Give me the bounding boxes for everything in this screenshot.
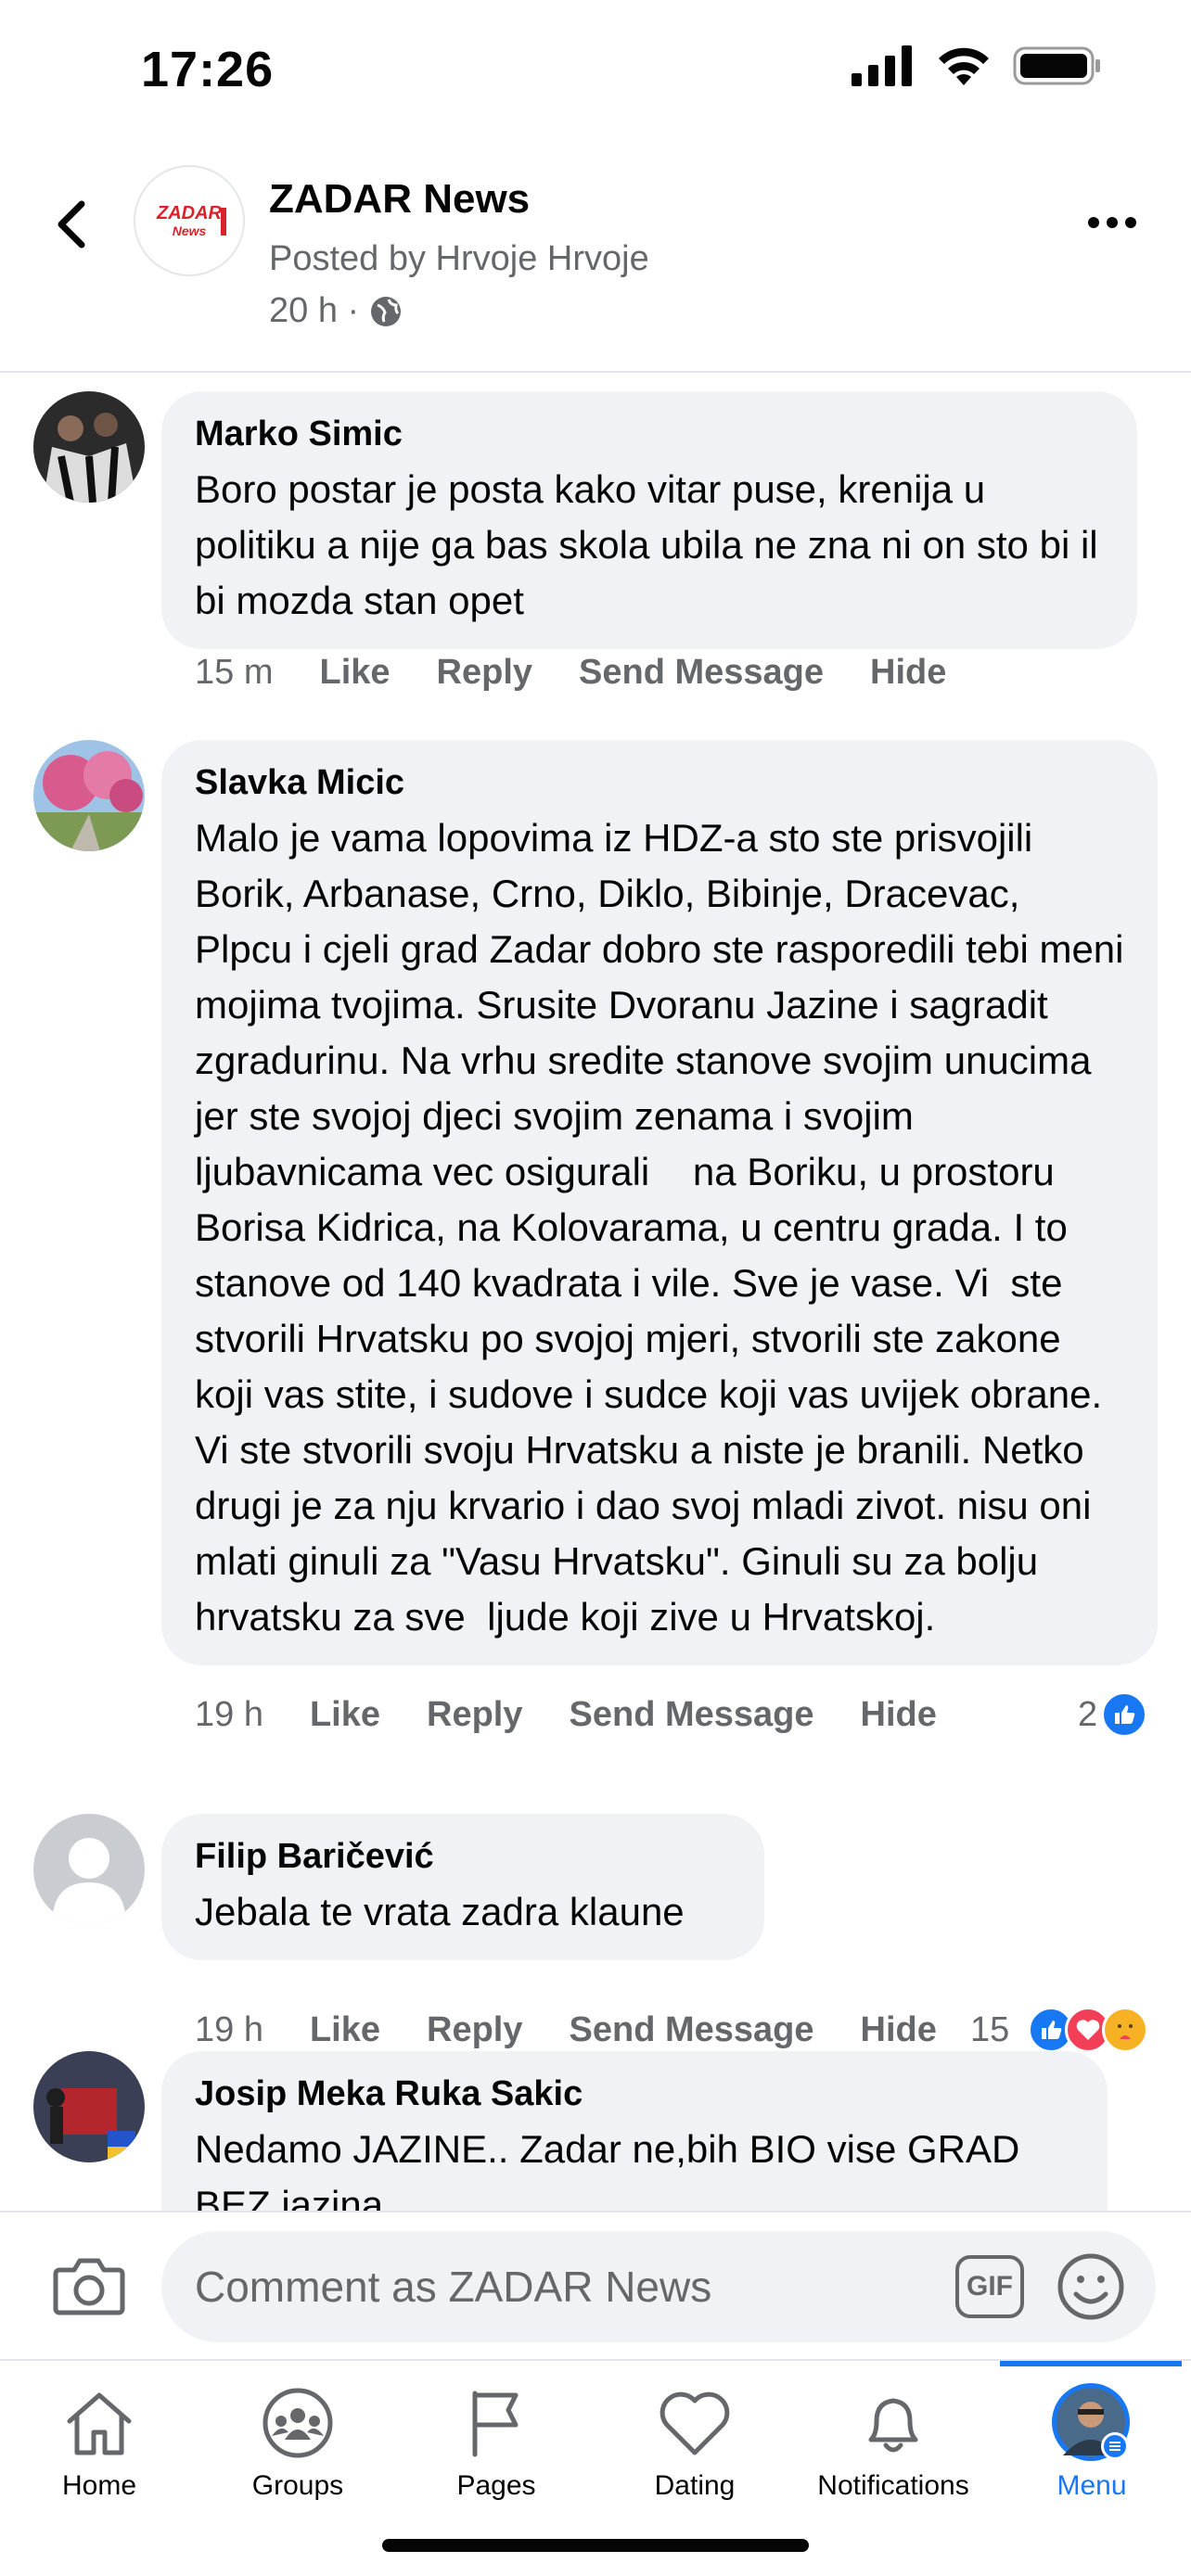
svg-text:News: News [173,223,207,238]
posted-by: Posted by Hrvoje Hrvoje [269,239,649,278]
battery-icon [1013,46,1100,85]
tab-home[interactable]: Home [0,2361,198,2509]
tab-groups[interactable]: Groups [198,2361,397,2509]
reply-button[interactable]: Reply [427,1695,522,1735]
post-time-text: 20 h · [269,291,360,330]
like-button[interactable]: Like [319,653,390,693]
tab-label: Notifications [817,2470,969,2501]
hide-button[interactable]: Hide [870,653,946,693]
groups-icon [263,2388,333,2458]
comment-author[interactable]: Slavka Micic [195,760,1124,805]
comment-author[interactable]: Josip Meka Ruka Sakic [195,2072,1074,2116]
default-avatar-icon [33,1814,145,1925]
tab-dating[interactable]: Dating [596,2361,794,2509]
reaction-count: 15 [970,2009,1010,2049]
comment-time: 15 m [195,653,274,692]
comment-actions: 19 h Like Reply Send Message Hide [195,2010,955,2050]
hide-button[interactable]: Hide [861,2010,937,2050]
dot [1125,217,1136,228]
send-message-button[interactable]: Send Message [579,653,824,693]
like-button[interactable]: Like [310,1695,380,1735]
dot [1088,217,1099,228]
send-message-button[interactable]: Send Message [570,1695,814,1735]
tab-notifications[interactable]: Notifications [794,2361,992,2509]
tab-label: Dating [654,2470,736,2501]
post-time: 20 h · [269,291,403,331]
comment-text: Boro postar je posta kako vitar puse, kr… [195,467,1109,622]
more-options-button[interactable] [1080,195,1145,250]
camera-button[interactable] [52,2253,126,2318]
comment-text: Jebala te vrata zadra klaune [195,1890,685,1933]
page-name[interactable]: ZADAR News [269,176,530,223]
camera-icon [53,2258,125,2315]
comment-author[interactable]: Marko Simic [195,412,1104,456]
wifi-icon [939,47,989,85]
heart-icon [660,2391,730,2455]
chevron-left-icon [58,200,85,249]
tab-label: Menu [1057,2470,1127,2501]
comment-bubble[interactable]: Josip Meka Ruka Sakic Nedamo JAZINE.. Za… [161,2051,1108,2211]
comment-bubble[interactable]: Slavka Micic Malo je vama lopovima iz HD… [161,740,1158,1665]
comment-text: Nedamo JAZINE.. Zadar ne,bih BIO vise GR… [195,2127,1031,2211]
comment-bubble[interactable]: Marko Simic Boro postar je posta kako vi… [161,391,1137,649]
comment-actions: 19 h Like Reply Send Message Hide [195,1695,983,1735]
bell-icon [868,2398,918,2453]
like-reaction-icon [1101,1691,1148,1738]
page-avatar[interactable]: ZADAR News [134,165,245,276]
comment-text: Malo je vama lopovima iz HDZ-a sto ste p… [195,816,1135,1639]
care-reaction-icon [1102,2007,1149,2053]
comment-composer: GIF [0,2211,1191,2359]
post-header: ZADAR News ZADAR News Posted by Hrvoje H… [0,139,1191,373]
tab-pages[interactable]: Pages [397,2361,596,2509]
dot [1107,217,1118,228]
tab-label: Groups [251,2470,344,2501]
tab-label: Pages [456,2470,536,2501]
svg-text:ZADAR: ZADAR [156,203,223,223]
send-message-button[interactable]: Send Message [570,2010,814,2050]
back-button[interactable] [43,187,98,261]
commenter-avatar[interactable] [33,740,145,851]
smiley-icon [1057,2253,1124,2320]
avatar-photo [33,2051,145,2162]
avatar-photo [33,391,145,503]
reply-button[interactable]: Reply [437,653,532,693]
comment-time: 19 h [195,2010,263,2049]
reply-button[interactable]: Reply [427,2010,522,2050]
emoji-button[interactable] [1056,2251,1126,2322]
reaction-summary[interactable]: 15 [970,2007,1149,2053]
comment-bubble[interactable]: Filip Baričević Jebala te vrata zadra kl… [161,1814,764,1960]
globe-icon [371,296,402,326]
commenter-avatar[interactable] [33,1814,145,1925]
gif-button[interactable]: GIF [955,2255,1024,2318]
flag-icon [472,2391,519,2457]
zadar-news-logo: ZADAR News [150,200,228,241]
status-time: 17:26 [141,42,275,97]
status-bar: 17:26 [0,0,1191,139]
like-button[interactable]: Like [310,2010,380,2050]
comment-time: 19 h [195,1695,263,1734]
commenter-avatar[interactable] [33,2051,145,2162]
hide-button[interactable]: Hide [861,1695,937,1735]
commenter-avatar[interactable] [33,391,145,503]
tab-label: Home [61,2470,137,2501]
avatar-photo [33,740,145,851]
reaction-summary[interactable]: 2 [1078,1691,1148,1738]
cellular-signal-icon [852,45,912,86]
comment-author[interactable]: Filip Baričević [195,1834,731,1879]
comments-list[interactable]: Marko Simic Boro postar je posta kako vi… [0,375,1191,2211]
tab-menu[interactable]: Menu [992,2361,1191,2509]
home-icon [67,2392,132,2455]
profile-avatar-icon [1052,2383,1130,2461]
reaction-count: 2 [1078,1694,1098,1734]
home-indicator [382,2539,809,2552]
status-icons [852,45,1102,87]
comment-actions: 15 m Like Reply Send Message Hide [195,653,992,693]
